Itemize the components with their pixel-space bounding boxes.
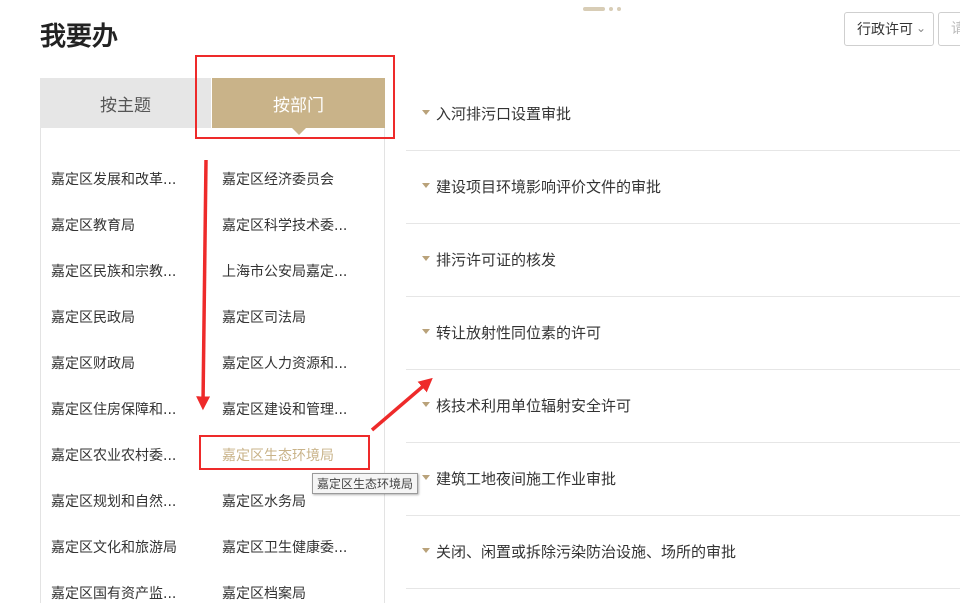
- department-item[interactable]: 嘉定区人力资源和...: [222, 353, 347, 373]
- page-title: 我要办: [40, 22, 119, 52]
- carousel-indicator[interactable]: [583, 7, 621, 11]
- department-item[interactable]: 嘉定区司法局: [222, 307, 306, 327]
- caret-down-icon: [422, 329, 430, 334]
- department-item[interactable]: 嘉定区经济委员会: [222, 169, 334, 189]
- department-tooltip: 嘉定区生态环境局: [312, 473, 419, 494]
- department-item[interactable]: 嘉定区卫生健康委...: [222, 537, 347, 557]
- chevron-down-icon: ⌄: [915, 21, 926, 35]
- tab-by-theme[interactable]: 按主题: [40, 78, 211, 128]
- caret-down-icon: [422, 402, 430, 407]
- caret-down-icon: [422, 110, 430, 115]
- annotation-highlight-box-department: [199, 435, 370, 470]
- caret-down-icon: [422, 183, 430, 188]
- department-item[interactable]: 嘉定区国有资产监...: [51, 583, 176, 603]
- department-item[interactable]: 嘉定区住房保障和...: [51, 399, 176, 419]
- department-item[interactable]: 嘉定区民族和宗教...: [51, 261, 176, 281]
- department-panel: [40, 78, 385, 603]
- service-label[interactable]: 建设项目环境影响评价文件的审批: [436, 176, 661, 197]
- annotation-highlight-box-tab: [195, 55, 395, 139]
- caret-down-icon: [422, 548, 430, 553]
- caret-down-icon: [422, 475, 430, 480]
- department-item[interactable]: 嘉定区民政局: [51, 307, 135, 327]
- item-type-select[interactable]: 行政许可 ⌄: [844, 12, 934, 46]
- service-label[interactable]: 关闭、闲置或拆除污染防治设施、场所的审批: [436, 541, 736, 562]
- department-item[interactable]: 嘉定区农业农村委...: [51, 445, 176, 465]
- service-label[interactable]: 入河排污口设置审批: [436, 103, 571, 124]
- service-label[interactable]: 排污许可证的核发: [436, 249, 556, 270]
- item-type-select-value: 行政许可: [857, 22, 913, 38]
- department-item[interactable]: 嘉定区教育局: [51, 215, 135, 235]
- department-item[interactable]: 上海市公安局嘉定...: [222, 261, 347, 281]
- department-item[interactable]: 嘉定区水务局: [222, 491, 306, 511]
- carousel-dot[interactable]: [617, 7, 621, 11]
- service-row[interactable]: 核技术利用单位辐射安全许可: [406, 370, 960, 443]
- department-item[interactable]: 嘉定区发展和改革...: [51, 169, 176, 189]
- service-row[interactable]: 入河排污口设置审批: [406, 78, 960, 151]
- service-label[interactable]: 建筑工地夜间施工作业审批: [436, 468, 616, 489]
- carousel-dot[interactable]: [609, 7, 613, 11]
- department-item[interactable]: 嘉定区档案局: [222, 583, 306, 603]
- tab-label: 按主题: [100, 95, 151, 116]
- service-row[interactable]: 关闭、闲置或拆除污染防治设施、场所的审批: [406, 516, 960, 589]
- department-item[interactable]: 嘉定区规划和自然...: [51, 491, 176, 511]
- service-label[interactable]: 核技术利用单位辐射安全许可: [436, 395, 631, 416]
- caret-down-icon: [422, 256, 430, 261]
- department-item[interactable]: 嘉定区建设和管理...: [222, 399, 347, 419]
- carousel-dot-active[interactable]: [583, 7, 605, 11]
- service-row[interactable]: 排污许可证的核发: [406, 224, 960, 297]
- service-label[interactable]: 转让放射性同位素的许可: [436, 322, 601, 343]
- department-item[interactable]: 嘉定区财政局: [51, 353, 135, 373]
- service-row[interactable]: 建筑工地夜间施工作业审批: [406, 443, 960, 516]
- search-input[interactable]: 请: [938, 12, 960, 46]
- service-row[interactable]: 建设项目环境影响评价文件的审批: [406, 151, 960, 224]
- service-row[interactable]: 转让放射性同位素的许可: [406, 297, 960, 370]
- department-item[interactable]: 嘉定区文化和旅游局: [51, 537, 177, 557]
- department-item[interactable]: 嘉定区科学技术委...: [222, 215, 347, 235]
